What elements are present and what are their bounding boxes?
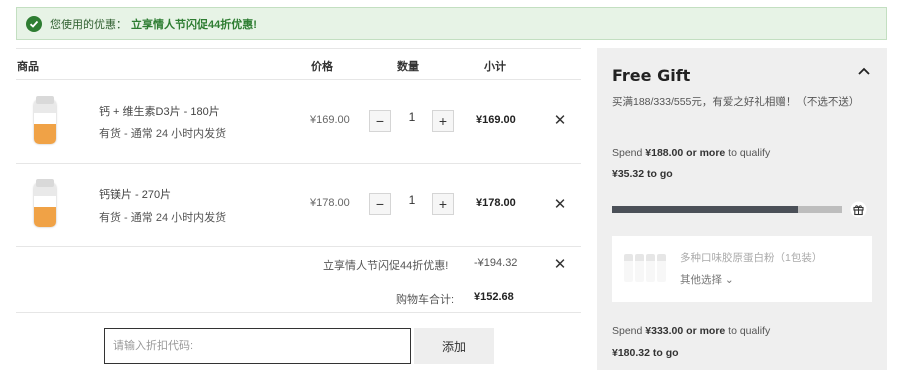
divider bbox=[16, 246, 581, 247]
product-subtotal: ¥178.00 bbox=[476, 197, 516, 209]
quantity-value[interactable]: 1 bbox=[405, 110, 419, 124]
gift-option-select[interactable]: 其他选择 ⌄ bbox=[680, 272, 734, 287]
product-image[interactable] bbox=[28, 96, 62, 148]
tier-remaining: ¥35.32 to go bbox=[612, 168, 673, 180]
header-price: 价格 bbox=[311, 61, 333, 73]
product-price: ¥169.00 bbox=[310, 114, 350, 126]
promo-label: 立享情人节闪促44折优惠! bbox=[323, 260, 449, 272]
decrease-quantity-button[interactable]: − bbox=[369, 193, 391, 215]
header-product: 商品 bbox=[17, 61, 39, 73]
header-subtotal: 小计 bbox=[484, 61, 506, 73]
product-name[interactable]: 钙镁片 - 270片 bbox=[99, 186, 171, 202]
tier-remaining: ¥180.32 to go bbox=[612, 347, 679, 359]
gift-description: 买满188/333/555元，有爱之好礼相赠！（不选不送） bbox=[612, 96, 860, 108]
promo-amount: -¥194.32 bbox=[474, 257, 518, 269]
header-quantity: 数量 bbox=[397, 61, 419, 73]
divider bbox=[16, 312, 581, 313]
close-icon[interactable]: ✕ bbox=[552, 257, 568, 273]
chevron-up-icon[interactable] bbox=[856, 64, 872, 80]
increase-quantity-button[interactable]: + bbox=[432, 110, 454, 132]
gift-option-card[interactable]: 多种口味胶原蛋白粉（1包装） 其他选择 ⌄ bbox=[612, 236, 872, 302]
gift-progress-bar bbox=[612, 206, 842, 213]
divider bbox=[16, 48, 581, 49]
product-subtotal: ¥169.00 bbox=[476, 114, 516, 126]
banner-label: 您使用的优惠： bbox=[50, 18, 127, 31]
product-price: ¥178.00 bbox=[310, 197, 350, 209]
free-gift-panel: Free Gift 买满188/333/555元，有爱之好礼相赠！（不选不送） … bbox=[597, 48, 887, 370]
banner-offer: 立享情人节闪促44折优惠! bbox=[131, 18, 257, 31]
product-stock: 有货 - 通常 24 小时内发货 bbox=[99, 128, 227, 140]
tier-requirement: Spend ¥333.00 or more to qualify bbox=[612, 325, 771, 337]
chevron-down-icon: ⌄ bbox=[724, 274, 734, 286]
discount-code-input[interactable] bbox=[104, 328, 411, 364]
gift-product-name: 多种口味胶原蛋白粉（1包装） bbox=[680, 252, 823, 264]
add-coupon-button[interactable]: 添加 bbox=[414, 328, 494, 364]
product-name[interactable]: 钙 + 维生素D3片 - 180片 bbox=[99, 103, 220, 119]
cart-total-value: ¥152.68 bbox=[474, 291, 514, 303]
check-circle-icon bbox=[26, 15, 42, 32]
increase-quantity-button[interactable]: + bbox=[432, 193, 454, 215]
gift-product-image bbox=[624, 254, 668, 284]
divider bbox=[16, 79, 581, 80]
decrease-quantity-button[interactable]: − bbox=[369, 110, 391, 132]
close-icon[interactable]: ✕ bbox=[552, 197, 568, 213]
gift-title: Free Gift bbox=[612, 66, 691, 85]
cart-total-label: 购物车合计: bbox=[396, 294, 455, 306]
product-image[interactable] bbox=[28, 179, 62, 231]
gift-icon bbox=[850, 201, 867, 218]
tier-requirement: Spend ¥188.00 or more to qualify bbox=[612, 147, 771, 159]
product-stock: 有货 - 通常 24 小时内发货 bbox=[99, 212, 227, 224]
discount-banner: 您使用的优惠： 立享情人节闪促44折优惠! bbox=[16, 7, 887, 40]
close-icon[interactable]: ✕ bbox=[552, 113, 568, 129]
quantity-value[interactable]: 1 bbox=[405, 193, 419, 207]
divider bbox=[16, 163, 581, 164]
gift-progress-fill bbox=[612, 206, 799, 213]
